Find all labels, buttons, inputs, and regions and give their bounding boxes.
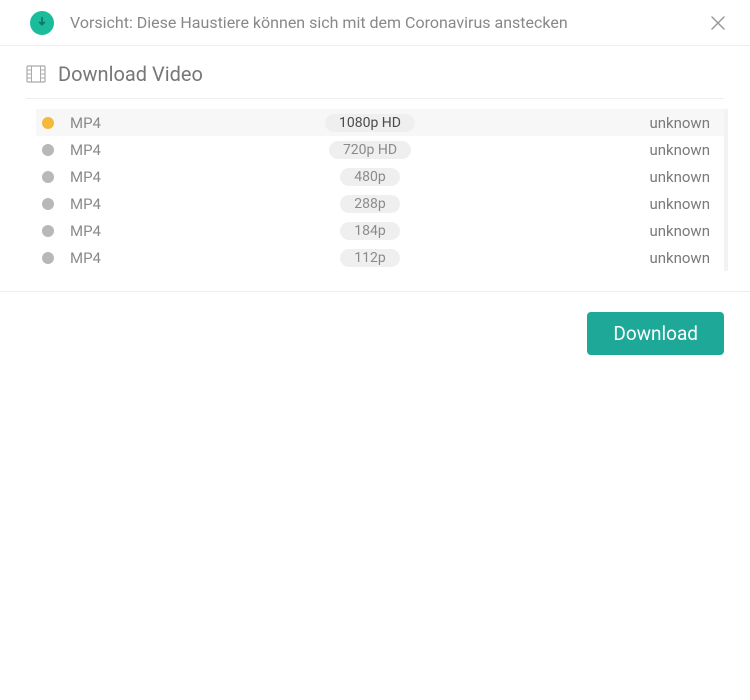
size-label: unknown [649, 114, 714, 132]
download-video-section: Download Video MP4 1080p HD unknown MP4 720p… [0, 46, 750, 271]
format-label: MP4 [70, 141, 310, 159]
size-label: unknown [649, 141, 714, 159]
radio-icon [42, 171, 54, 183]
section-title: Download Video [58, 62, 203, 86]
scrollbar[interactable] [724, 109, 728, 271]
size-label: unknown [649, 195, 714, 213]
quality-option-row[interactable]: MP4 184p unknown [36, 217, 724, 244]
footer: Download [0, 291, 750, 355]
quality-badge: 184p [340, 222, 399, 240]
radio-icon [42, 198, 54, 210]
close-button[interactable] [706, 11, 730, 35]
section-heading: Download Video [26, 62, 724, 99]
app-logo-icon [30, 11, 54, 35]
format-label: MP4 [70, 195, 310, 213]
radio-icon [42, 117, 54, 129]
format-label: MP4 [70, 168, 310, 186]
header: Vorsicht: Diese Haustiere können sich mi… [0, 0, 750, 46]
quality-badge: 720p HD [329, 141, 411, 159]
download-button[interactable]: Download [587, 312, 724, 355]
radio-icon [42, 144, 54, 156]
header-title: Vorsicht: Diese Haustiere können sich mi… [70, 13, 694, 32]
quality-option-row[interactable]: MP4 112p unknown [36, 244, 724, 271]
quality-option-row[interactable]: MP4 480p unknown [36, 163, 724, 190]
radio-icon [42, 252, 54, 264]
video-icon [26, 65, 46, 83]
size-label: unknown [649, 222, 714, 240]
format-label: MP4 [70, 222, 310, 240]
quality-badge: 1080p HD [325, 114, 415, 132]
quality-option-row[interactable]: MP4 720p HD unknown [36, 136, 724, 163]
quality-badge: 288p [340, 195, 399, 213]
quality-badge: 112p [340, 249, 399, 267]
quality-option-row[interactable]: MP4 1080p HD unknown [36, 109, 724, 136]
radio-icon [42, 225, 54, 237]
format-label: MP4 [70, 249, 310, 267]
format-label: MP4 [70, 114, 310, 132]
quality-badge: 480p [340, 168, 399, 186]
size-label: unknown [649, 249, 714, 267]
quality-list: MP4 1080p HD unknown MP4 720p HD unknown MP4 48… [36, 109, 724, 271]
size-label: unknown [649, 168, 714, 186]
quality-option-row[interactable]: MP4 288p unknown [36, 190, 724, 217]
